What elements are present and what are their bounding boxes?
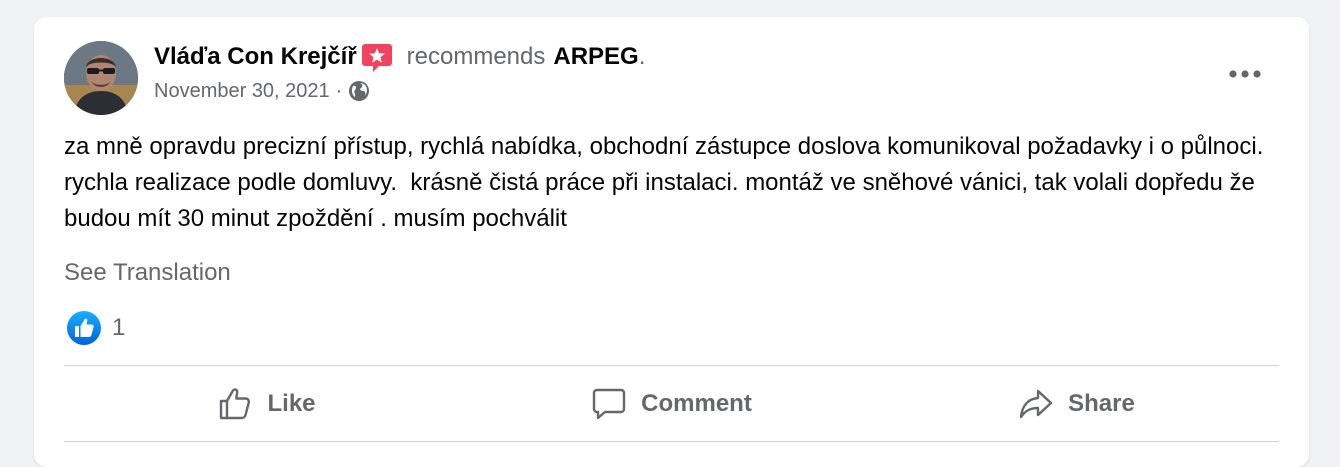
author-avatar[interactable] (64, 41, 138, 115)
reaction-count: 1 (112, 314, 126, 341)
recommend-badge-icon (361, 41, 393, 73)
comment-button[interactable]: Comment (469, 367, 874, 441)
globe-icon[interactable] (348, 80, 370, 102)
post-date[interactable]: November 30, 2021 (154, 77, 330, 105)
recommends-text: recommends (406, 43, 546, 70)
divider-top (64, 365, 1279, 366)
comment-bubble-icon (592, 388, 626, 420)
see-translation-link[interactable]: See Translation (64, 257, 231, 289)
page-name-suffix: . (638, 43, 646, 70)
meta-separator: · (335, 80, 343, 102)
share-arrow-icon (1019, 389, 1053, 419)
post-header: Vláďa Con Krejčíř recommends ARPEG . (154, 41, 645, 73)
like-button[interactable]: Like (64, 367, 469, 441)
post-body-text: za mně opravdu precizní přístup, rychlá … (64, 133, 1271, 232)
comment-label: Comment (641, 390, 752, 417)
thumbs-up-icon (220, 388, 251, 420)
share-button[interactable]: Share (874, 367, 1279, 441)
action-bar: Like Comment Share (64, 367, 1279, 441)
page-name-link[interactable]: ARPEG (553, 41, 638, 73)
reactions-summary[interactable]: 1 (66, 310, 125, 346)
like-reaction-icon (67, 311, 101, 345)
like-label: Like (267, 390, 316, 417)
avatar-photo (64, 41, 138, 115)
more-options-icon[interactable] (1223, 61, 1267, 87)
divider-bottom (64, 441, 1279, 442)
author-name[interactable]: Vláďa Con Krejčíř (154, 41, 357, 73)
post-meta: November 30, 2021 · (154, 77, 370, 105)
share-label: Share (1068, 390, 1135, 417)
post-card: Vláďa Con Krejčíř recommends ARPEG . Nov… (34, 17, 1309, 467)
